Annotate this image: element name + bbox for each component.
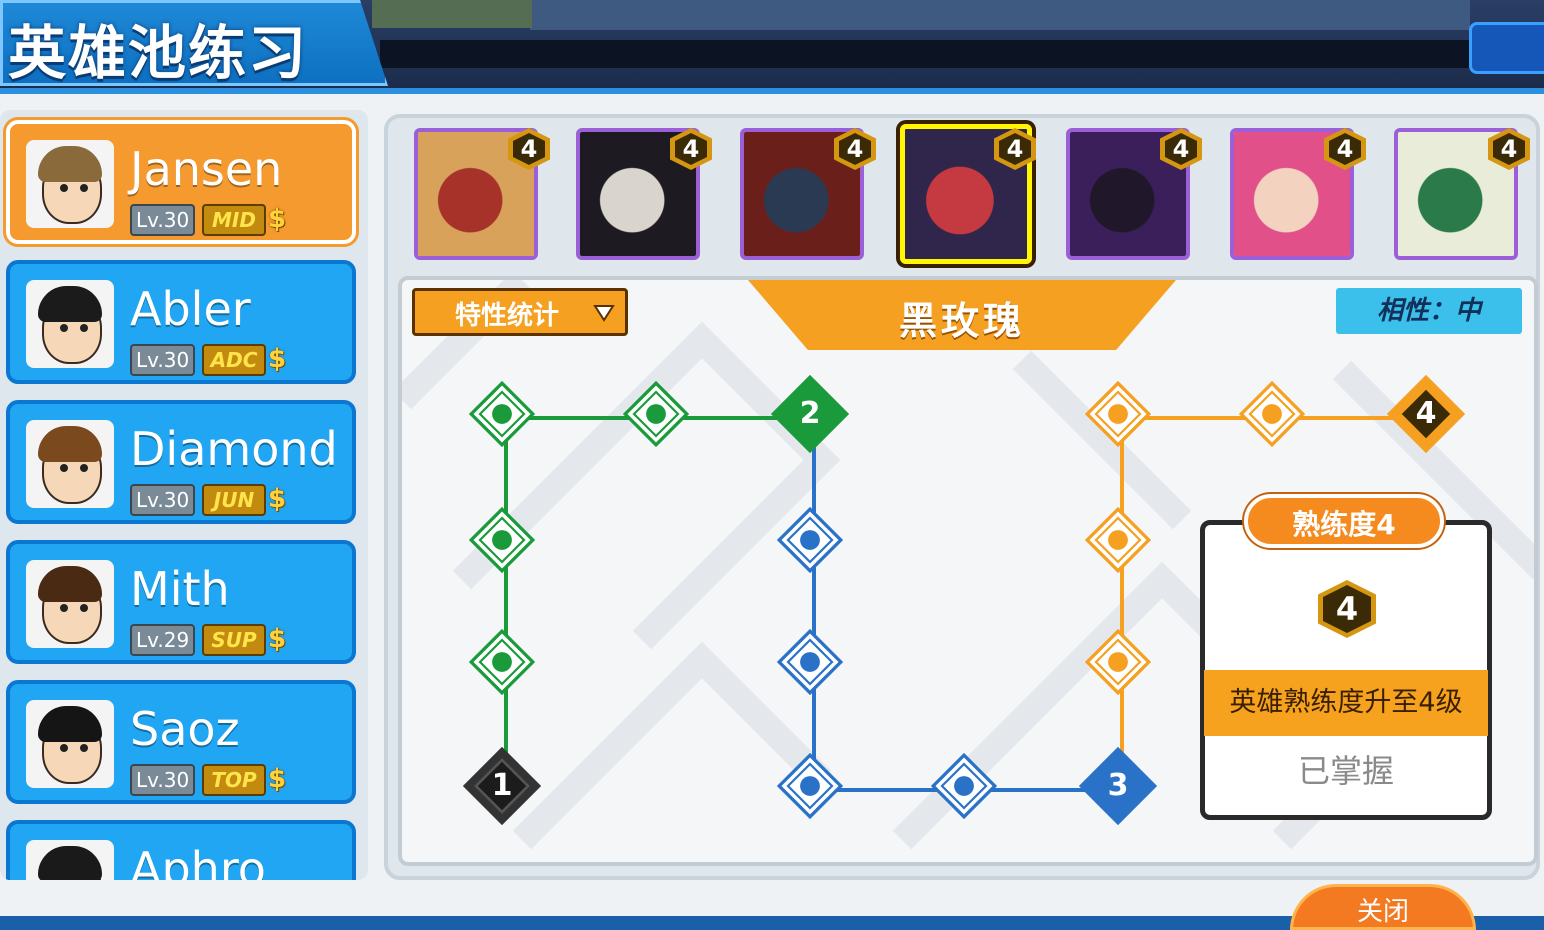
- coin-icon: $: [268, 344, 287, 374]
- milestone-2-icon[interactable]: 2: [770, 374, 850, 454]
- player-level: Lv.30: [130, 484, 196, 516]
- player-name: Saoz: [130, 702, 240, 756]
- boot-icon[interactable]: [776, 752, 844, 820]
- player-name: Mith: [130, 562, 230, 616]
- flame-icon[interactable]: [1238, 380, 1306, 448]
- mastery-level-badge: 4: [1318, 580, 1376, 638]
- player-avatar: [26, 560, 114, 648]
- milestone-1-icon[interactable]: 1: [462, 746, 542, 826]
- milestone-label: 2: [799, 396, 821, 431]
- boot-icon[interactable]: [468, 380, 536, 448]
- boot-icon[interactable]: [1084, 380, 1152, 448]
- milestone-label: 3: [1107, 768, 1129, 803]
- player-name: Aphro: [130, 842, 266, 880]
- player-avatar: [26, 140, 114, 228]
- corner-button[interactable]: [1469, 22, 1544, 74]
- milestone-label: 4: [1415, 396, 1437, 431]
- player-name: Diamond: [130, 422, 338, 476]
- player-position: TOP: [202, 764, 266, 796]
- coin-icon: $: [268, 204, 287, 234]
- hero-mastery-number: 4: [520, 135, 538, 163]
- target-icon[interactable]: [776, 628, 844, 696]
- player-card[interactable]: Saoz Lv.30 TOP $: [6, 680, 356, 804]
- close-button-label: 关闭: [1356, 897, 1409, 927]
- player-position: JUN: [202, 484, 266, 516]
- target-icon[interactable]: [468, 506, 536, 574]
- player-level: Lv.30: [130, 764, 196, 796]
- player-position: ADC: [202, 344, 266, 376]
- horn-icon[interactable]: [468, 628, 536, 696]
- horn-icon[interactable]: [1084, 628, 1152, 696]
- trait-stats-label: 特性统计: [455, 301, 560, 331]
- player-card[interactable]: Jansen Lv.30 MID $: [6, 120, 356, 244]
- close-button[interactable]: 关闭: [1290, 884, 1476, 930]
- player-avatar: [26, 840, 114, 880]
- player-avatar: [26, 420, 114, 508]
- milestone-label: 1: [491, 768, 513, 803]
- mastery-description: 英雄熟练度升至4级: [1229, 687, 1463, 718]
- player-card[interactable]: Mith Lv.29 SUP $: [6, 540, 356, 664]
- top-bar-panel: [530, 0, 1470, 30]
- player-level: Lv.30: [130, 344, 196, 376]
- coin-icon: $: [268, 624, 287, 654]
- hero-mastery-badge: 4: [508, 128, 550, 170]
- hero-mastery-badge: 4: [994, 128, 1036, 170]
- flame-icon[interactable]: [1084, 506, 1152, 574]
- hero-mastery-number: 4: [1006, 135, 1024, 163]
- player-position: MID: [202, 204, 266, 236]
- dash-icon[interactable]: [930, 752, 998, 820]
- player-name: Jansen: [130, 142, 283, 196]
- mastery-level-number: 4: [1335, 590, 1359, 628]
- coin-icon: $: [268, 484, 287, 514]
- top-bar-decoration: [372, 0, 532, 28]
- player-level: Lv.29: [130, 624, 196, 656]
- hero-mastery-badge: 4: [1324, 128, 1366, 170]
- milestone-4-icon[interactable]: 4: [1386, 374, 1466, 454]
- player-card[interactable]: Aphro: [6, 820, 356, 880]
- hero-mastery-number: 4: [1336, 135, 1354, 163]
- chevron-down-icon: [593, 305, 615, 322]
- page-title: 英雄池练习: [8, 19, 309, 87]
- milestone-3-icon[interactable]: 3: [1078, 746, 1158, 826]
- horn-icon[interactable]: [776, 506, 844, 574]
- player-position: SUP: [202, 624, 266, 656]
- hero-mastery-badge: 4: [670, 128, 712, 170]
- title-tab: 英雄池练习: [0, 0, 388, 86]
- player-card[interactable]: Abler Lv.30 ADC $: [6, 260, 356, 384]
- hero-mastery-number: 4: [846, 135, 864, 163]
- trait-stats-dropdown[interactable]: 特性统计: [412, 288, 628, 336]
- hero-mastery-badge: 4: [1160, 128, 1202, 170]
- player-card[interactable]: Diamond Lv.30 JUN $: [6, 400, 356, 524]
- player-name: Abler: [130, 282, 251, 336]
- player-avatar: [26, 280, 114, 368]
- player-level: Lv.30: [130, 204, 196, 236]
- coin-icon: $: [268, 764, 287, 794]
- player-list[interactable]: Jansen Lv.30 MID $ Abler Lv.30 ADC $ Dia…: [0, 110, 368, 880]
- dash-icon[interactable]: [622, 380, 690, 448]
- mastery-title: 熟练度4: [1244, 494, 1444, 548]
- hero-mastery-number: 4: [1500, 135, 1518, 163]
- hero-mastery-badge: 4: [834, 128, 876, 170]
- player-avatar: [26, 700, 114, 788]
- top-bar-stripe: [380, 40, 1544, 68]
- mastery-status: 已掌握: [1297, 752, 1394, 790]
- hero-mastery-badge: 4: [1488, 128, 1530, 170]
- hero-name: 黑玫瑰: [898, 298, 1025, 343]
- affinity-label: 相性：中: [1336, 288, 1522, 334]
- hero-mastery-number: 4: [682, 135, 700, 163]
- hero-mastery-number: 4: [1172, 135, 1190, 163]
